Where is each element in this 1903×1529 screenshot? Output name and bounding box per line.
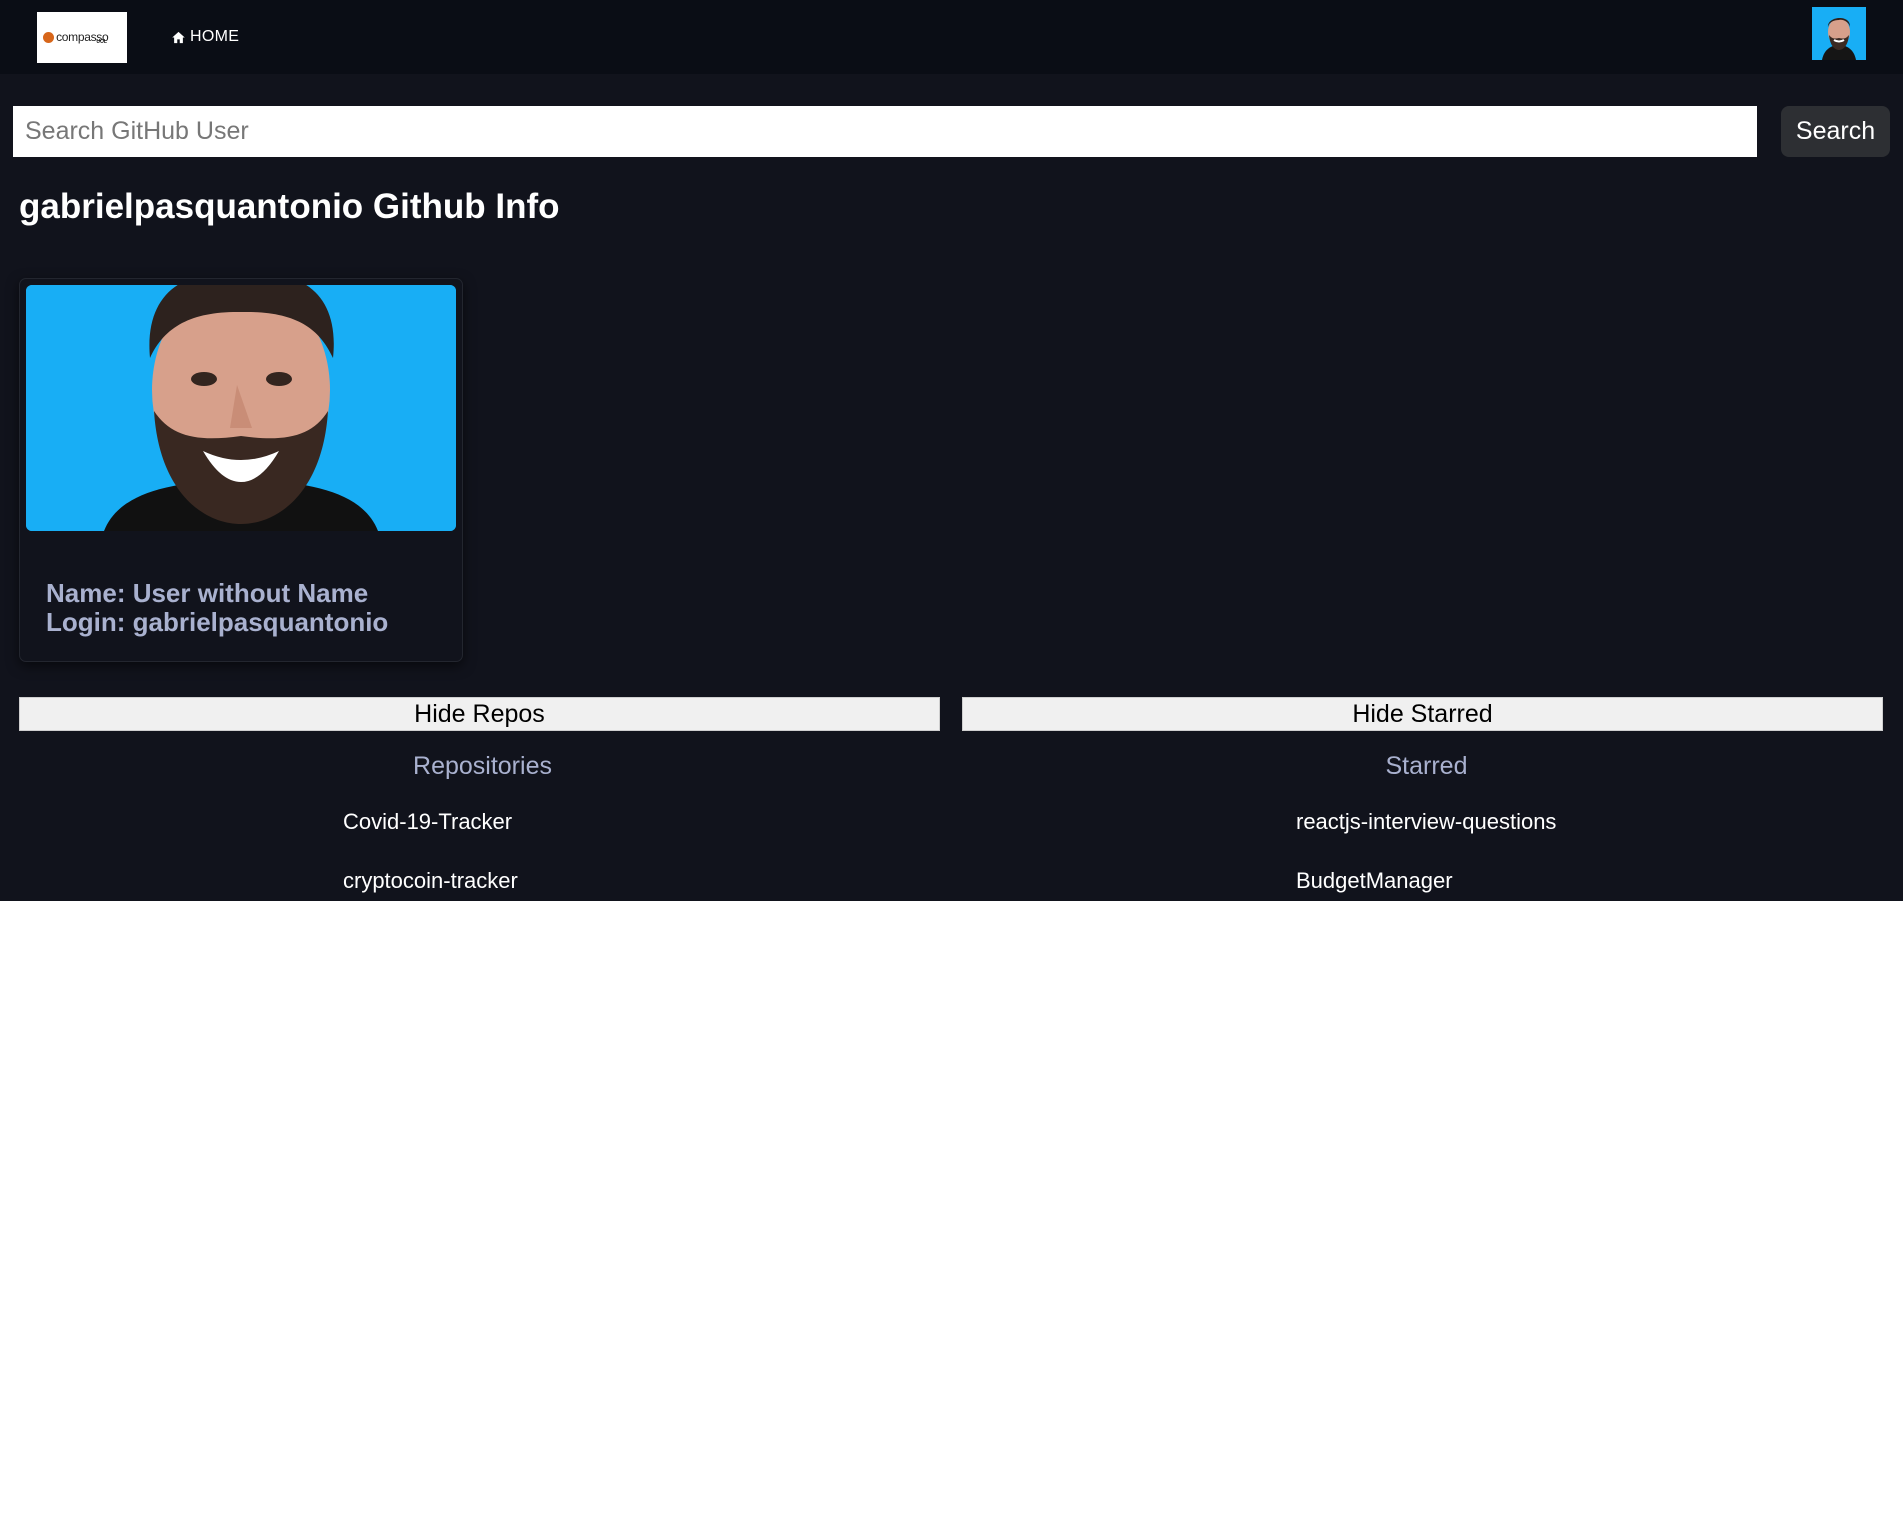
user-avatar[interactable] (1812, 7, 1866, 60)
search-bar: Search (13, 106, 1890, 157)
starred-item[interactable]: BudgetManager (1296, 868, 1453, 894)
user-login: Login: gabrielpasquantonio (46, 607, 389, 637)
user-name: Name: User without Name (46, 578, 369, 608)
user-profile-card: Name: User without Name Login: gabrielpa… (19, 278, 463, 662)
logo-subtext: UOL (96, 39, 107, 45)
app-root: compasso UOL HOME Search gabrielpasquant… (0, 0, 1903, 901)
page-title: gabrielpasquantonio Github Info (19, 187, 560, 226)
home-label: HOME (190, 28, 240, 45)
compasso-logo[interactable]: compasso UOL (37, 11, 127, 63)
repository-item[interactable]: cryptocoin-tracker (343, 868, 518, 894)
user-info: Name: User without Name Login: gabrielpa… (46, 579, 388, 637)
repository-item[interactable]: Covid-19-Tracker (343, 809, 512, 835)
home-link[interactable]: HOME (171, 28, 239, 46)
hide-starred-button[interactable]: Hide Starred (962, 697, 1883, 731)
search-input[interactable] (13, 106, 1757, 157)
logo-mark-icon (43, 31, 55, 43)
starred-item[interactable]: reactjs-interview-questions (1296, 809, 1556, 835)
top-navbar: compasso UOL HOME (0, 0, 1903, 74)
home-icon (171, 30, 186, 45)
hide-repos-button[interactable]: Hide Repos (19, 697, 940, 731)
starred-heading: Starred (1385, 752, 1468, 780)
search-button[interactable]: Search (1781, 106, 1890, 157)
repositories-heading: Repositories (413, 752, 552, 780)
profile-photo (26, 285, 456, 531)
